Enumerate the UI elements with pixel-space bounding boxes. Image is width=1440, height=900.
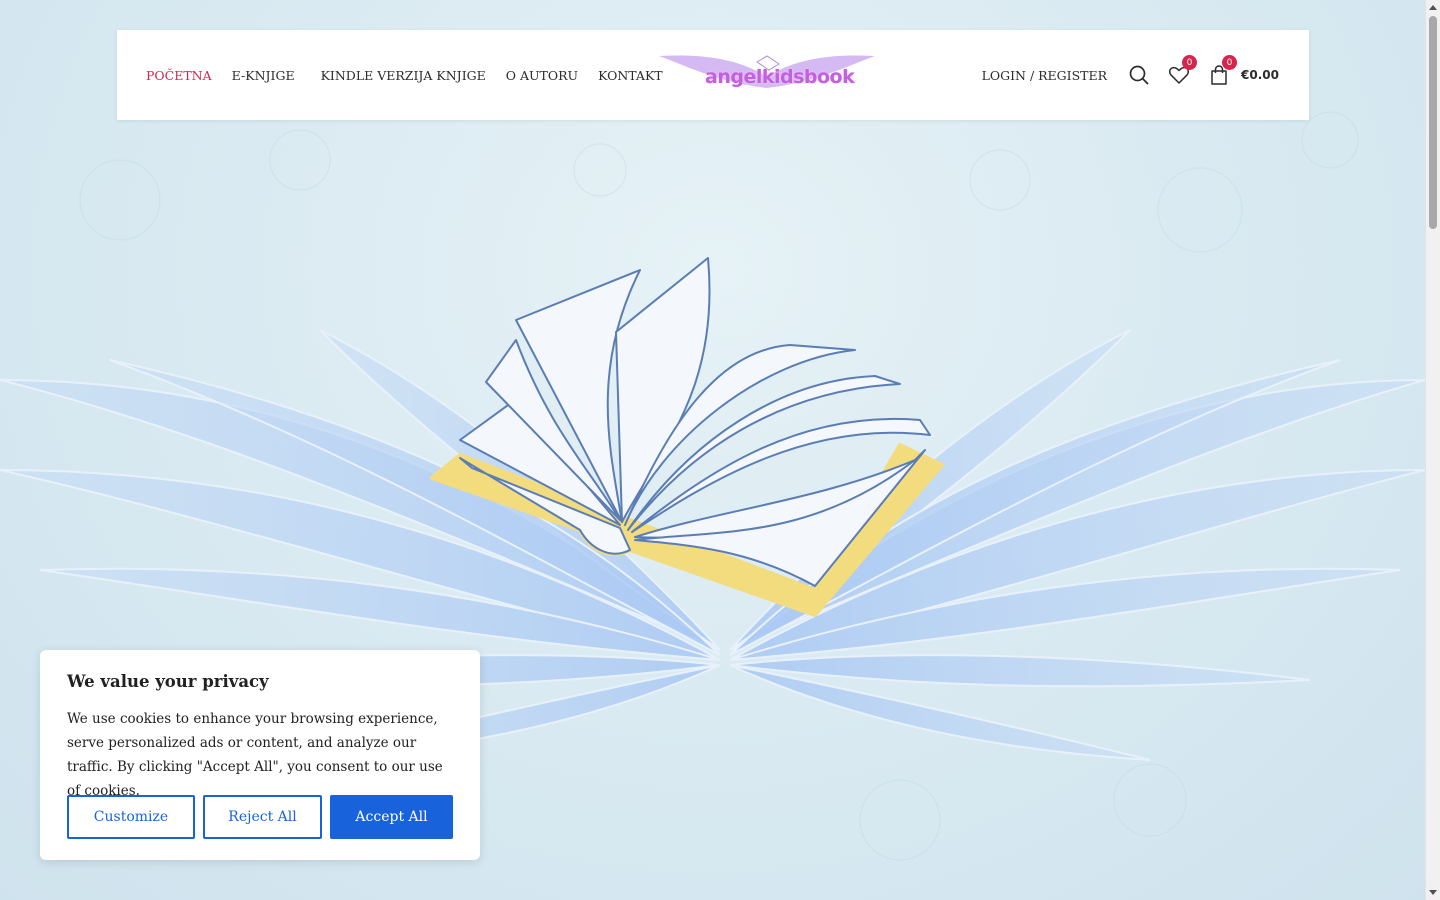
cart-icon-wrap: 0 <box>1207 55 1238 87</box>
scroll-thumb[interactable] <box>1429 16 1437 229</box>
cookie-title: We value your privacy <box>67 672 269 691</box>
cookie-buttons: Customize Reject All Accept All <box>67 795 453 839</box>
nav-item-kindle[interactable]: KINDLE VERZIJA KNJIGE <box>321 68 486 83</box>
wishlist-count-badge: 0 <box>1182 55 1198 70</box>
logo-text: angelkidsbook <box>705 66 855 88</box>
login-register-link[interactable]: LOGIN / REGISTER <box>982 68 1107 83</box>
cookie-body: We use cookies to enhance your browsing … <box>67 711 443 799</box>
site-logo[interactable]: angelkidsbook <box>657 52 877 98</box>
nav-item-pocetna[interactable]: POČETNA <box>146 68 212 83</box>
site-header: POČETNA E-KNJIGE KINDLE VERZIJA KNJIGE O… <box>117 30 1309 120</box>
nav-item-kontakt[interactable]: KONTAKT <box>598 68 663 83</box>
search-icon[interactable] <box>1127 63 1151 87</box>
reject-all-button[interactable]: Reject All <box>203 795 322 839</box>
open-book-illustration <box>420 250 950 634</box>
nav-item-o-autoru[interactable]: O AUTORU <box>506 68 578 83</box>
accept-all-button[interactable]: Accept All <box>330 795 453 839</box>
cart-total: €0.00 <box>1241 68 1279 82</box>
cookie-consent-banner: We value your privacy We use cookies to … <box>40 650 480 860</box>
wishlist-button[interactable]: 0 <box>1167 55 1198 87</box>
header-tools: LOGIN / REGISTER 0 0 €0.00 <box>982 30 1279 120</box>
cart-count-badge: 0 <box>1222 55 1238 70</box>
main-nav: POČETNA E-KNJIGE KINDLE VERZIJA KNJIGE O… <box>146 30 683 120</box>
page-scrollbar[interactable] <box>1425 0 1440 900</box>
nav-item-e-knjige[interactable]: E-KNJIGE <box>232 68 295 83</box>
customize-button[interactable]: Customize <box>67 795 195 839</box>
cart-button[interactable]: 0 €0.00 <box>1207 55 1279 87</box>
scroll-up-arrow-icon[interactable] <box>1429 5 1437 10</box>
scroll-down-arrow-icon[interactable] <box>1429 890 1437 895</box>
